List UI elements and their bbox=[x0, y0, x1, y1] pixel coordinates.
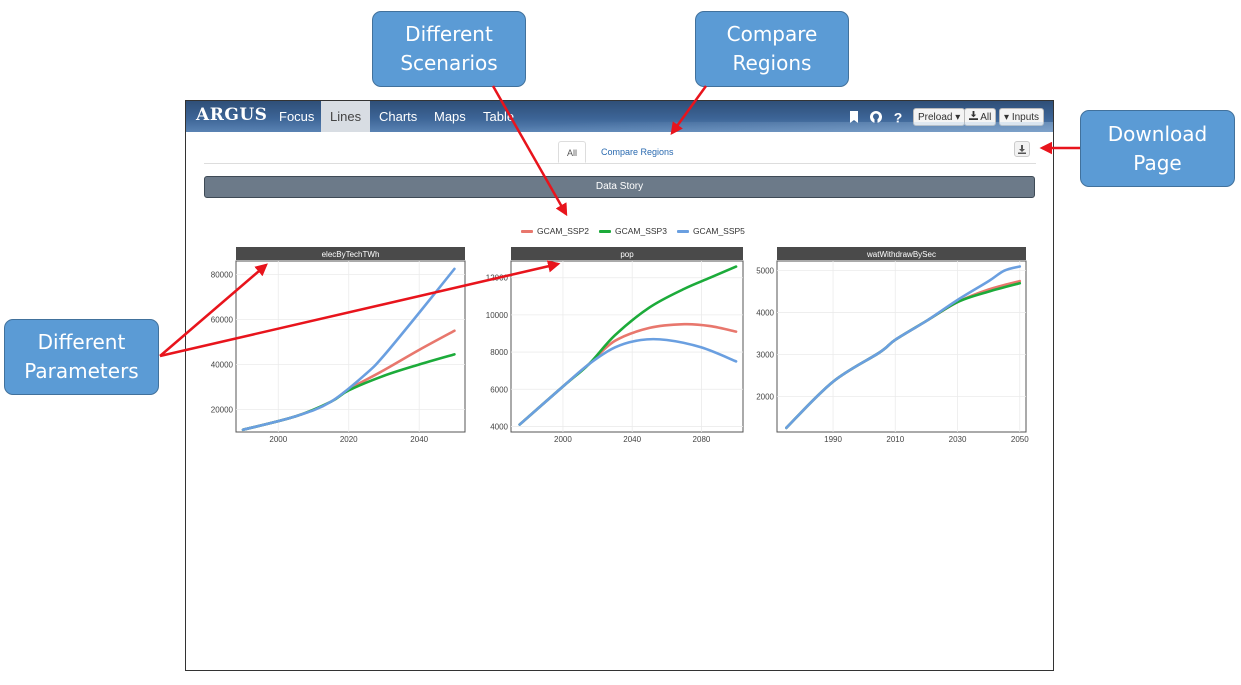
download-all-label: All bbox=[980, 112, 992, 123]
bookmark-icon[interactable] bbox=[847, 110, 861, 124]
chart-legend: GCAM_SSP2 GCAM_SSP3 GCAM_SSP5 bbox=[521, 226, 745, 236]
nav-focus[interactable]: Focus bbox=[270, 101, 323, 132]
download-page-button[interactable] bbox=[1014, 141, 1030, 157]
callout-download-page: Download Page bbox=[1080, 110, 1235, 187]
x-tick-label: 2010 bbox=[886, 435, 904, 444]
chart-wat-withdraw: watWithdrawBySec 2000 3000 4000 5000 1990 2010… bbox=[756, 247, 1029, 444]
caret-down-icon: ▾ bbox=[955, 112, 961, 123]
legend-item: GCAM_SSP2 bbox=[521, 226, 589, 236]
inputs-label: Inputs bbox=[1011, 112, 1040, 123]
y-tick-label: 5000 bbox=[756, 267, 774, 276]
caret-down-icon: ▾ bbox=[1004, 112, 1010, 123]
facet-title: watWithdrawBySec bbox=[866, 250, 936, 259]
y-tick-label: 3000 bbox=[756, 350, 774, 359]
y-tick-label: 20000 bbox=[211, 406, 234, 415]
y-tick-label: 4000 bbox=[490, 422, 508, 431]
callout-scenarios-text: Different Scenarios bbox=[400, 22, 498, 75]
callout-download-text: Download Page bbox=[1107, 121, 1208, 175]
legend-label: GCAM_SSP2 bbox=[537, 226, 589, 236]
navbar: ARGUS Focus Lines Charts Maps Table ? Pr… bbox=[186, 101, 1053, 132]
y-tick-label: 80000 bbox=[211, 271, 234, 280]
help-icon[interactable]: ? bbox=[891, 110, 905, 124]
callout-regions-text: Compare Regions bbox=[726, 22, 818, 75]
y-tick-label: 60000 bbox=[211, 316, 234, 325]
legend-label: GCAM_SSP5 bbox=[692, 226, 745, 236]
github-icon[interactable] bbox=[869, 110, 883, 124]
x-tick-label: 2000 bbox=[554, 435, 572, 444]
data-story-button[interactable]: Data Story bbox=[204, 176, 1035, 198]
nav-table[interactable]: Table bbox=[474, 101, 523, 132]
legend-label: GCAM_SSP3 bbox=[614, 226, 667, 236]
chart-pop: pop 4000 6000 8000 10000 12000 2000 2040 2080 bbox=[486, 247, 744, 444]
x-tick-label: 1990 bbox=[824, 435, 842, 444]
nav-charts[interactable]: Charts bbox=[370, 101, 426, 132]
x-tick-label: 2050 bbox=[1011, 435, 1029, 444]
facet-title: pop bbox=[620, 250, 634, 259]
facet-title: elecByTechTWh bbox=[322, 250, 380, 259]
x-tick-label: 2020 bbox=[340, 435, 358, 444]
x-tick-label: 2040 bbox=[623, 435, 641, 444]
tab-all[interactable]: All bbox=[558, 141, 587, 163]
plot-panel bbox=[510, 260, 744, 433]
plot-panel bbox=[776, 260, 1027, 433]
brand-logo: ARGUS bbox=[196, 105, 268, 125]
y-tick-label: 6000 bbox=[490, 385, 508, 394]
download-all-button[interactable]: All bbox=[964, 108, 997, 126]
y-tick-label: 2000 bbox=[756, 392, 774, 401]
legend-swatch bbox=[676, 229, 689, 233]
legend-item: GCAM_SSP3 bbox=[598, 226, 667, 236]
preload-button[interactable]: Preload ▾ bbox=[913, 108, 966, 126]
x-tick-label: 2040 bbox=[410, 435, 428, 444]
x-tick-label: 2030 bbox=[949, 435, 967, 444]
y-tick-label: 12000 bbox=[486, 274, 509, 283]
download-icon bbox=[1018, 145, 1026, 154]
y-tick-label: 40000 bbox=[211, 361, 234, 370]
legend-swatch bbox=[521, 229, 533, 233]
svg-text:?: ? bbox=[894, 110, 903, 124]
callout-different-parameters: Different Parameters bbox=[4, 319, 159, 395]
nav-maps[interactable]: Maps bbox=[425, 101, 475, 132]
chart-elec-by-tech: elecByTechTWh 20000 40000 60000 80000 2000 202… bbox=[211, 247, 466, 444]
inputs-button[interactable]: ▾ Inputs bbox=[999, 108, 1045, 126]
preload-label: Preload bbox=[918, 112, 953, 123]
tab-bar: All Compare Regions bbox=[204, 141, 1036, 164]
download-icon bbox=[969, 111, 978, 120]
y-tick-label: 10000 bbox=[486, 311, 509, 320]
y-tick-label: 4000 bbox=[756, 309, 774, 318]
y-tick-label: 8000 bbox=[490, 348, 508, 357]
callout-compare-regions: Compare Regions bbox=[695, 11, 849, 87]
app-window: ARGUS Focus Lines Charts Maps Table ? Pr… bbox=[185, 100, 1054, 671]
callout-parameters-text: Different Parameters bbox=[24, 330, 139, 383]
tab-compare-regions[interactable]: Compare Regions bbox=[593, 141, 682, 163]
x-tick-label: 2080 bbox=[693, 435, 711, 444]
plot-panel bbox=[235, 260, 466, 433]
legend-swatch bbox=[598, 229, 611, 233]
x-tick-label: 2000 bbox=[269, 435, 287, 444]
callout-different-scenarios: Different Scenarios bbox=[372, 11, 526, 87]
legend-item: GCAM_SSP5 bbox=[676, 226, 745, 236]
nav-lines[interactable]: Lines bbox=[321, 101, 371, 132]
